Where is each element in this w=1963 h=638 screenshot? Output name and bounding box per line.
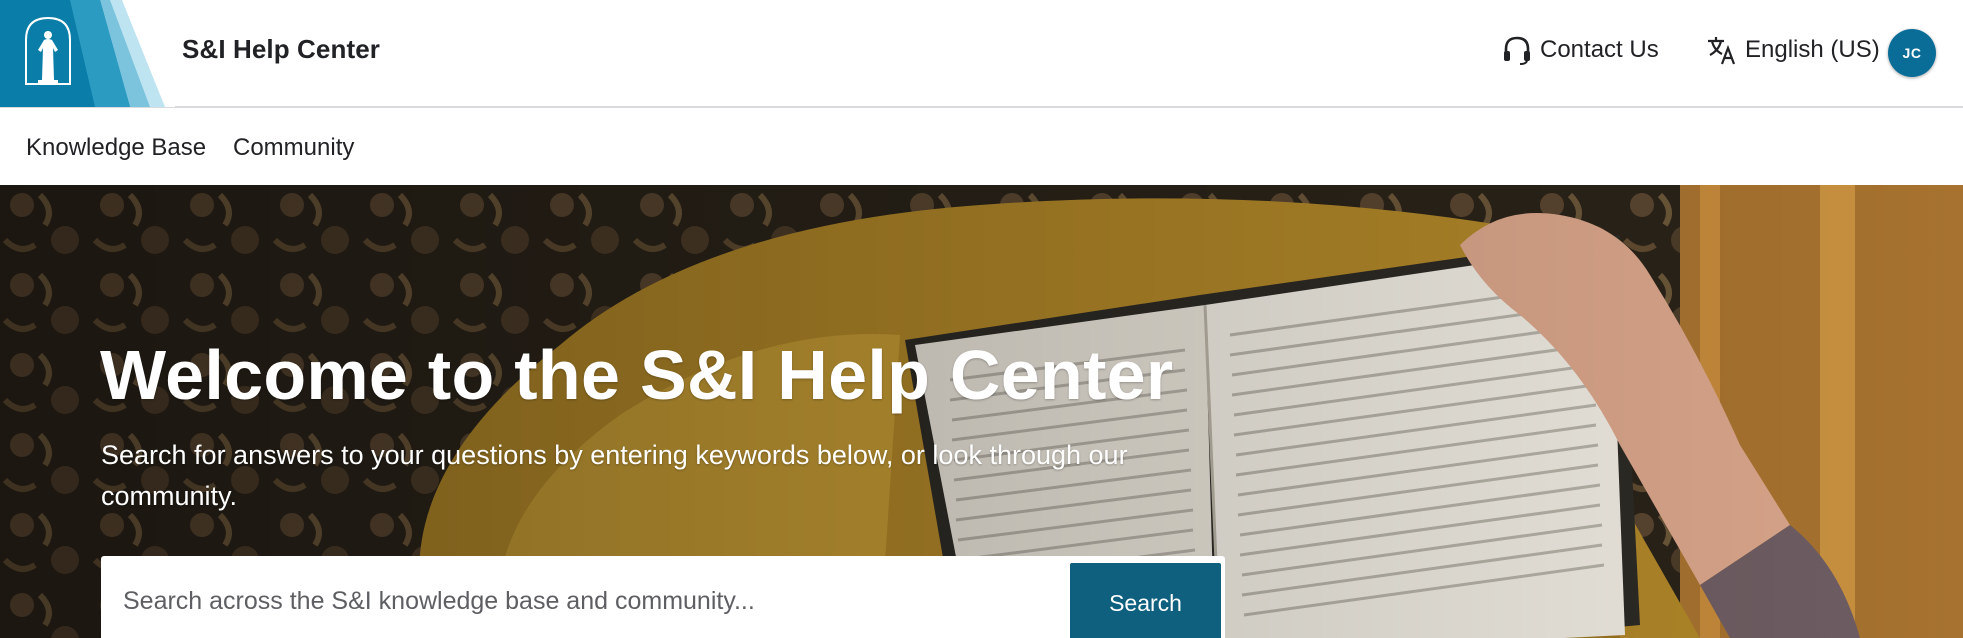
main-nav: Knowledge Base Community: [0, 108, 1963, 185]
translate-icon: [1705, 33, 1739, 67]
search-button[interactable]: Search: [1070, 563, 1221, 638]
search-input[interactable]: [101, 556, 1061, 638]
christus-statue-logo-icon: [0, 0, 175, 107]
hero-title: Welcome to the S&I Help Center: [100, 336, 1174, 414]
language-selector[interactable]: English (US): [1705, 33, 1880, 67]
nav-item-community[interactable]: Community: [233, 134, 354, 162]
site-logo[interactable]: [0, 0, 175, 107]
language-label: English (US): [1745, 36, 1880, 63]
hero-subtitle: Search for answers to your questions by …: [101, 440, 1128, 511]
user-avatar[interactable]: JC: [1888, 29, 1936, 77]
site-header: S&I Help Center Contact Us English (US) …: [0, 0, 1963, 108]
site-title[interactable]: S&I Help Center: [182, 34, 380, 65]
headset-icon: [1500, 33, 1534, 67]
hero-banner: Welcome to the S&I Help Center Search fo…: [0, 185, 1963, 638]
nav-item-knowledge-base[interactable]: Knowledge Base: [26, 134, 206, 162]
contact-us-label: Contact Us: [1540, 36, 1659, 63]
search-bar: Search: [101, 556, 1225, 638]
contact-us-link[interactable]: Contact Us: [1500, 33, 1659, 67]
